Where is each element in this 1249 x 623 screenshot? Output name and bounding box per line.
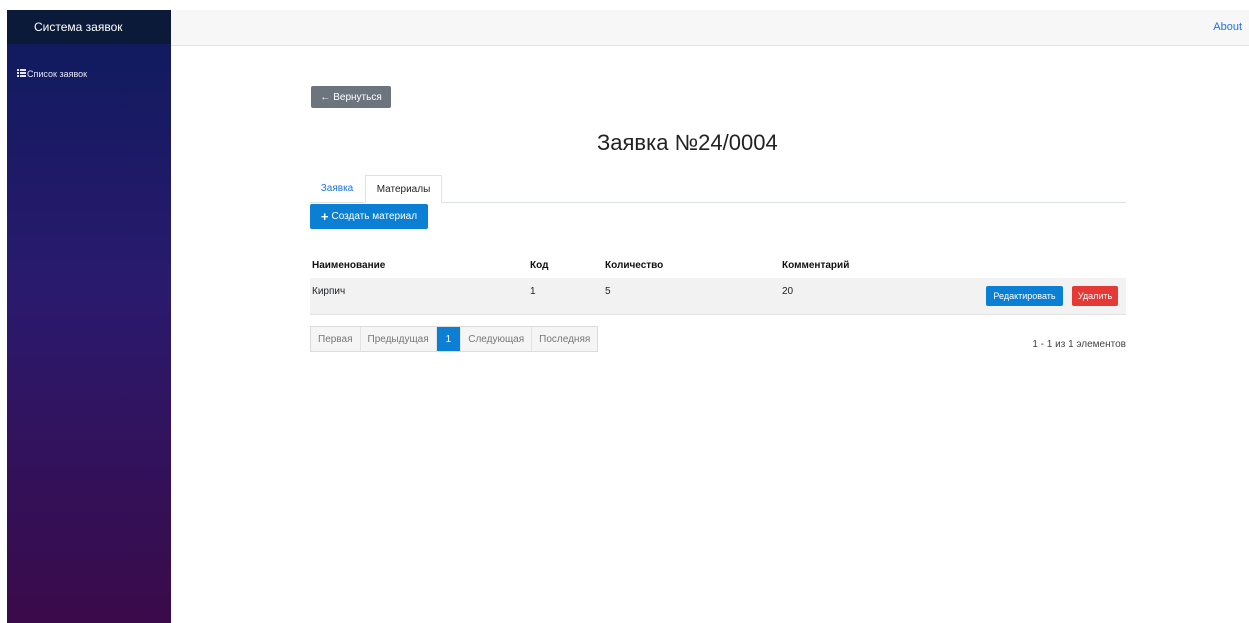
pagination: Первая Предыдущая 1 Следующая Последняя (310, 326, 599, 352)
tab-materials[interactable]: Материалы (365, 175, 442, 203)
page-title: Заявка №24/0004 (597, 130, 778, 155)
pagination-current[interactable]: 1 (436, 327, 462, 351)
sidebar: Система заявок Список заявок (7, 10, 171, 623)
pagination-info: 1 - 1 из 1 элементов (1032, 339, 1126, 350)
brand-title[interactable]: Система заявок (7, 10, 171, 44)
back-button[interactable]: ← Вернуться (311, 86, 391, 108)
about-link[interactable]: About (1213, 21, 1242, 33)
header-quantity: Количество (605, 260, 664, 271)
header-name: Наименование (312, 260, 386, 271)
cell-name: Кирпич (312, 286, 346, 297)
cell-comment: 20 (782, 286, 794, 297)
tab-request[interactable]: Заявка (310, 175, 364, 201)
sidebar-item-requests[interactable]: Список заявок (17, 69, 171, 79)
pagination-next[interactable]: Следующая (461, 327, 533, 351)
sidebar-item-label: Список заявок (27, 69, 88, 79)
pagination-prev[interactable]: Предыдущая (361, 327, 437, 351)
cell-code: 1 (530, 286, 536, 297)
edit-button[interactable]: Редактировать (986, 286, 1063, 306)
table-header: Наименование Код Количество Комментарий (310, 252, 1126, 278)
header-comment: Комментарий (782, 260, 850, 271)
arrow-left-icon: ← (320, 91, 331, 103)
delete-button[interactable]: Удалить (1072, 286, 1118, 306)
back-button-label: Вернуться (333, 91, 382, 103)
table-row: Кирпич 1 5 20 Редактировать Удалить (310, 278, 1126, 315)
create-material-button[interactable]: + Создать материал (310, 204, 428, 229)
cell-quantity: 5 (605, 286, 611, 297)
materials-table: Наименование Код Количество Комментарий … (310, 252, 1126, 315)
header-code: Код (530, 260, 549, 271)
pagination-last[interactable]: Последняя (532, 327, 597, 351)
plus-icon: + (320, 209, 329, 224)
list-icon (17, 69, 26, 79)
pagination-first[interactable]: Первая (311, 327, 361, 351)
top-navbar: About (171, 10, 1249, 46)
tabs: Заявка Материалы (310, 175, 1126, 203)
create-button-label: Создать материал (331, 211, 418, 222)
